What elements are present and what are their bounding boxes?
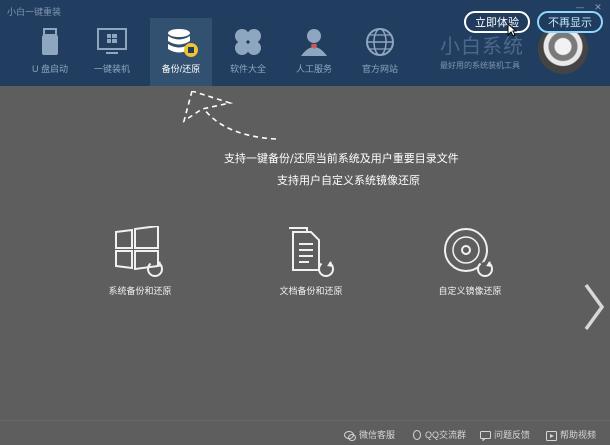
nav-item-usb-boot[interactable]: U 盘启动	[19, 18, 81, 86]
footer-qq-group[interactable]: QQ交流群	[412, 428, 466, 441]
usb-drive-icon	[42, 28, 58, 55]
feature-document-backup[interactable]: 文档备份和还原	[251, 226, 371, 296]
footer-wechat[interactable]: 微信客服	[344, 428, 395, 441]
dashed-arrow-icon	[182, 91, 277, 140]
globe-icon	[366, 28, 394, 56]
disc-restore-icon	[444, 228, 493, 277]
footer-feedback[interactable]: 问题反馈	[480, 428, 531, 442]
nav-item-backup-restore[interactable]: 备份/还原	[150, 18, 212, 86]
mouse-cursor-icon	[507, 23, 517, 37]
footer-label: 帮助视频	[560, 430, 597, 440]
nav-label: 一键装机	[93, 64, 130, 74]
feature-system-backup[interactable]: 系统备份和还原	[80, 226, 200, 296]
dont-show-again-button[interactable]: 不再显示	[537, 11, 603, 33]
nav-item-website[interactable]: 官方网站	[349, 18, 411, 86]
feature-label: 文档备份和还原	[279, 286, 343, 296]
windows-restore-icon	[115, 226, 163, 277]
feedback-icon	[480, 430, 491, 442]
help-video-icon	[546, 430, 557, 441]
nav-item-one-click-install[interactable]: 一键装机	[81, 18, 143, 86]
nav-label: 软件大全	[229, 64, 266, 74]
brand-tagline: 最好用的系统装机工具	[440, 61, 520, 70]
qq-icon	[413, 430, 421, 441]
next-page-arrow-icon[interactable]	[583, 282, 605, 332]
footer-label: QQ交流群	[425, 430, 467, 440]
hint-line-1: 支持一键备份/还原当前系统及用户重要目录文件	[224, 152, 459, 165]
nav-item-software[interactable]: 软件大全	[217, 18, 279, 86]
footer-label: 微信客服	[359, 430, 396, 440]
database-backup-icon	[168, 29, 198, 57]
start-experience-button[interactable]: 立即体验	[464, 11, 530, 33]
wechat-icon	[344, 430, 356, 441]
app-title: 小白一键重装	[7, 7, 62, 17]
nav-label: 人工服务	[295, 64, 332, 74]
guide-overlay: 支持一键备份/还原当前系统及用户重要目录文件 支持用户自定义系统镜像还原 系统备…	[0, 86, 610, 420]
footer-bar: 微信客服 QQ交流群 问题反馈 帮助视频	[0, 420, 610, 445]
feature-label: 自定义镜像还原	[438, 286, 502, 296]
footer-help-video[interactable]: 帮助视频	[546, 428, 596, 441]
nav-item-support[interactable]: 人工服务	[283, 18, 345, 86]
support-agent-icon	[301, 29, 327, 56]
footer-label: 问题反馈	[494, 430, 531, 440]
nav-label: U 盘启动	[31, 64, 68, 74]
monitor-windows-icon	[97, 28, 127, 54]
document-restore-icon	[289, 227, 334, 277]
header-bar: 小白一键重装 — ✕ U 盘启动 一键装机 备份/还原 软件大全 人工服务 官方…	[0, 0, 610, 86]
feature-label: 系统备份和还原	[108, 286, 172, 296]
clover-apps-icon	[235, 29, 261, 55]
nav-label: 备份/还原	[161, 64, 201, 74]
hint-line-2: 支持用户自定义系统镜像还原	[277, 174, 420, 187]
feature-custom-image[interactable]: 自定义镜像还原	[410, 226, 530, 296]
nav-label: 官方网站	[361, 64, 398, 74]
